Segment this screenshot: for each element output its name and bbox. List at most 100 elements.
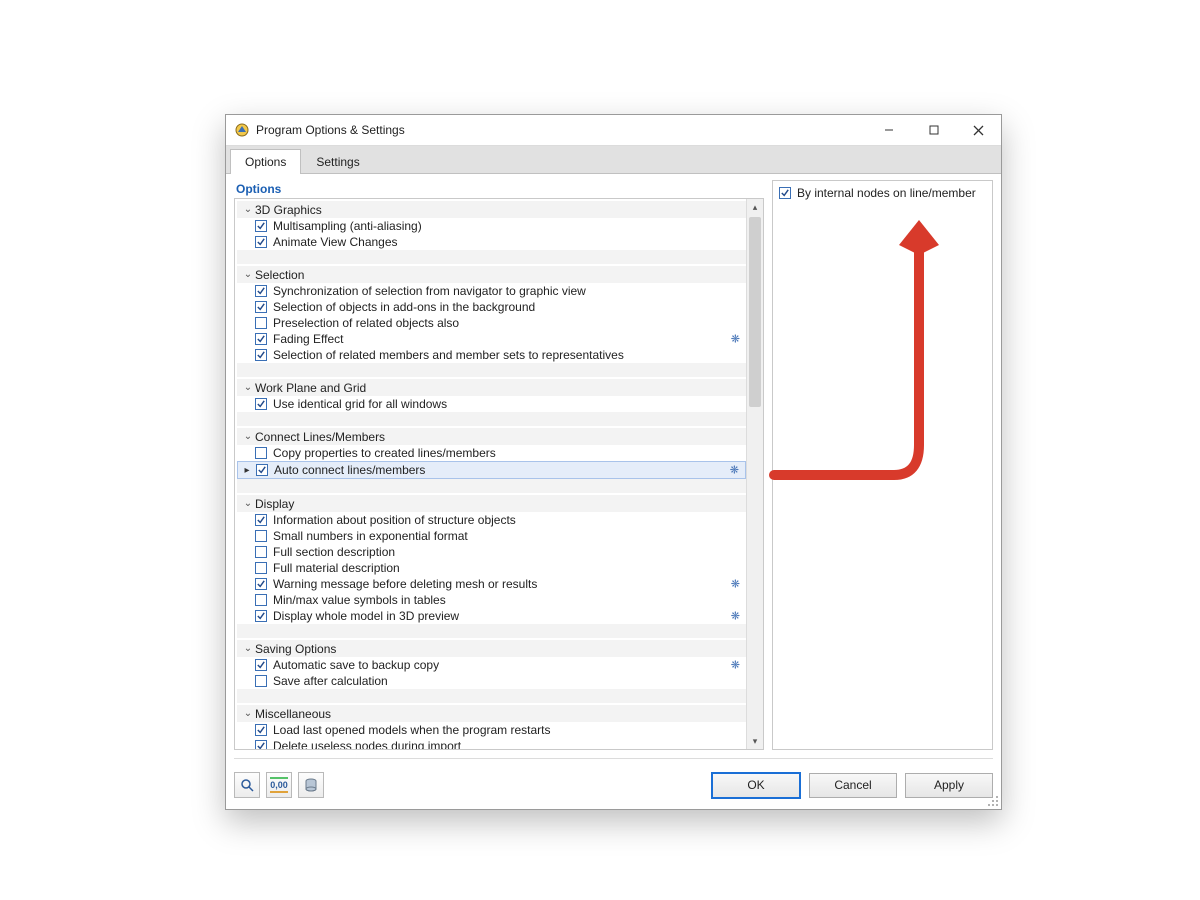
cancel-button[interactable]: Cancel <box>809 773 897 798</box>
option-row[interactable]: Copy properties to created lines/members <box>237 445 746 461</box>
tab-settings[interactable]: Settings <box>301 149 374 174</box>
option-row[interactable]: Delete useless nodes during import <box>237 738 746 749</box>
group-header[interactable]: ⌄Display <box>237 495 746 512</box>
option-row[interactable]: ▸Auto connect lines/members❋ <box>237 461 746 479</box>
group-spacer <box>237 624 746 638</box>
option-label: Multisampling (anti-aliasing) <box>273 219 422 233</box>
group-header[interactable]: ⌄Miscellaneous <box>237 705 746 722</box>
group-header[interactable]: ⌄Connect Lines/Members <box>237 428 746 445</box>
option-row[interactable]: Min/max value symbols in tables <box>237 592 746 608</box>
option-label: Small numbers in exponential format <box>273 529 468 543</box>
option-label: Save after calculation <box>273 674 388 688</box>
detail-row: By internal nodes on line/member <box>779 186 986 200</box>
gear-icon[interactable]: ❋ <box>731 659 740 672</box>
option-checkbox[interactable] <box>255 514 267 526</box>
option-checkbox[interactable] <box>255 301 267 313</box>
database-button[interactable] <box>298 772 324 798</box>
gear-icon[interactable]: ❋ <box>731 610 740 623</box>
option-row[interactable]: Warning message before deleting mesh or … <box>237 576 746 592</box>
chevron-down-icon: ⌄ <box>241 204 255 215</box>
option-row[interactable]: Full material description <box>237 560 746 576</box>
by-internal-nodes-label: By internal nodes on line/member <box>797 186 976 200</box>
ok-button[interactable]: OK <box>711 772 801 799</box>
option-row[interactable]: Full section description <box>237 544 746 560</box>
option-checkbox[interactable] <box>255 447 267 459</box>
options-tree[interactable]: ⌄3D GraphicsMultisampling (anti-aliasing… <box>235 199 746 749</box>
group-label: Display <box>255 497 294 511</box>
option-checkbox[interactable] <box>255 740 267 749</box>
option-row[interactable]: Fading Effect❋ <box>237 331 746 347</box>
options-tree-container: ⌄3D GraphicsMultisampling (anti-aliasing… <box>234 198 764 750</box>
option-checkbox[interactable] <box>255 659 267 671</box>
option-checkbox[interactable] <box>255 546 267 558</box>
option-label: Synchronization of selection from naviga… <box>273 284 586 298</box>
gear-icon[interactable]: ❋ <box>731 578 740 591</box>
group-header[interactable]: ⌄Saving Options <box>237 640 746 657</box>
option-label: Selection of related members and member … <box>273 348 624 362</box>
maximize-button[interactable] <box>911 115 956 145</box>
option-checkbox[interactable] <box>255 675 267 687</box>
option-label: Min/max value symbols in tables <box>273 593 446 607</box>
option-checkbox[interactable] <box>255 594 267 606</box>
database-icon <box>304 778 318 792</box>
option-row[interactable]: Selection of objects in add-ons in the b… <box>237 299 746 315</box>
option-checkbox[interactable] <box>256 464 268 476</box>
option-row[interactable]: Load last opened models when the program… <box>237 722 746 738</box>
option-label: Automatic save to backup copy <box>273 658 439 672</box>
option-label: Warning message before deleting mesh or … <box>273 577 537 591</box>
group-label: Miscellaneous <box>255 707 331 721</box>
scroll-up-icon[interactable]: ▴ <box>747 199 763 215</box>
options-heading: Options <box>234 180 764 198</box>
option-row[interactable]: Animate View Changes <box>237 234 746 250</box>
chevron-down-icon: ⌄ <box>241 498 255 509</box>
group-spacer <box>237 250 746 264</box>
vertical-scrollbar[interactable]: ▴ ▾ <box>746 199 763 749</box>
option-row[interactable]: Use identical grid for all windows <box>237 396 746 412</box>
resize-grip[interactable] <box>987 795 999 807</box>
option-label: Use identical grid for all windows <box>273 397 447 411</box>
option-row[interactable]: Display whole model in 3D preview ❋ <box>237 608 746 624</box>
decimal-places-button[interactable]: 0,00 <box>266 772 292 798</box>
group-header[interactable]: ⌄Selection <box>237 266 746 283</box>
by-internal-nodes-checkbox[interactable] <box>779 187 791 199</box>
option-checkbox[interactable] <box>255 562 267 574</box>
option-checkbox[interactable] <box>255 285 267 297</box>
option-checkbox[interactable] <box>255 530 267 542</box>
app-icon <box>234 122 250 138</box>
option-label: Display whole model in 3D preview <box>273 609 459 623</box>
option-label: Information about position of structure … <box>273 513 516 527</box>
option-checkbox[interactable] <box>255 578 267 590</box>
close-button[interactable] <box>956 115 1001 145</box>
option-checkbox[interactable] <box>255 236 267 248</box>
tab-options[interactable]: Options <box>230 149 301 174</box>
chevron-down-icon: ⌄ <box>241 382 255 393</box>
help-button[interactable] <box>234 772 260 798</box>
scrollbar-thumb[interactable] <box>749 217 761 407</box>
scroll-down-icon[interactable]: ▾ <box>747 733 763 749</box>
options-panel: Options ⌄3D GraphicsMultisampling (anti-… <box>234 180 764 750</box>
option-checkbox[interactable] <box>255 724 267 736</box>
option-checkbox[interactable] <box>255 220 267 232</box>
magnifier-icon <box>240 778 254 792</box>
option-row[interactable]: Information about position of structure … <box>237 512 746 528</box>
apply-button[interactable]: Apply <box>905 773 993 798</box>
minimize-button[interactable] <box>866 115 911 145</box>
option-checkbox[interactable] <box>255 349 267 361</box>
option-checkbox[interactable] <box>255 333 267 345</box>
option-row[interactable]: Save after calculation <box>237 673 746 689</box>
option-label: Delete useless nodes during import <box>273 739 461 749</box>
option-row[interactable]: Small numbers in exponential format <box>237 528 746 544</box>
option-row[interactable]: Synchronization of selection from naviga… <box>237 283 746 299</box>
gear-icon[interactable]: ❋ <box>730 464 739 477</box>
option-checkbox[interactable] <box>255 398 267 410</box>
option-checkbox[interactable] <box>255 610 267 622</box>
option-row[interactable]: Automatic save to backup copy ❋ <box>237 657 746 673</box>
group-header[interactable]: ⌄3D Graphics <box>237 201 746 218</box>
option-row[interactable]: Selection of related members and member … <box>237 347 746 363</box>
option-checkbox[interactable] <box>255 317 267 329</box>
option-label: Copy properties to created lines/members <box>273 446 496 460</box>
option-row[interactable]: Multisampling (anti-aliasing) <box>237 218 746 234</box>
gear-icon[interactable]: ❋ <box>731 333 740 346</box>
group-header[interactable]: ⌄Work Plane and Grid <box>237 379 746 396</box>
option-row[interactable]: Preselection of related objects also <box>237 315 746 331</box>
